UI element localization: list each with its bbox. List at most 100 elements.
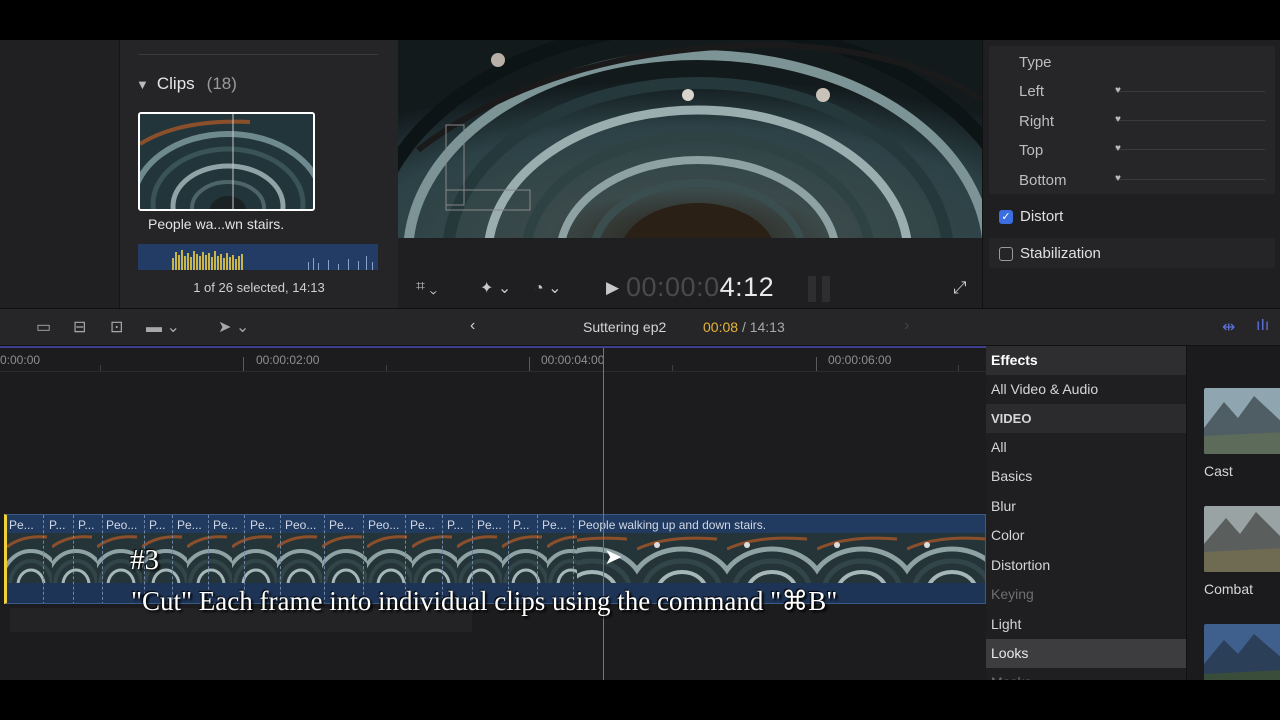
timeline-ruler[interactable]: 0:00:00 00:00:02:00 00:00:04:00 00:00:06…: [0, 348, 986, 372]
clip-label[interactable]: Pe...: [410, 518, 435, 532]
fx-category-all-video-audio[interactable]: All Video & Audio: [986, 375, 1186, 404]
viewer-timecode: 00:00:04:12: [626, 272, 774, 303]
select-tool-arrow-icon[interactable]: ➤ ⌄: [218, 317, 249, 337]
connect-clip-icon[interactable]: ▭: [36, 317, 51, 337]
clip-label[interactable]: Pe...: [213, 518, 238, 532]
fullscreen-icon[interactable]: ⤢: [953, 278, 967, 298]
checkbox-checked-icon[interactable]: ✓: [999, 209, 1013, 224]
audio-waveform: [138, 244, 378, 270]
fx-category-looks[interactable]: Looks: [986, 639, 1186, 668]
effects-browser: Effects All Video & Audio VIDEO All Basi…: [986, 346, 1280, 680]
fx-category-masks[interactable]: Masks: [986, 668, 1186, 680]
top-slider[interactable]: ♥: [1115, 144, 1265, 154]
edit-point[interactable]: [73, 515, 74, 603]
viewer-controls: ⌗ ⌄ ✦ ⌄ ◔ ⌄ ▶ 00:00:04:12 ⤢: [398, 270, 982, 308]
inspector-top-label: Top: [1019, 142, 1044, 159]
play-icon[interactable]: ▶: [606, 278, 619, 298]
checkbox-unchecked-icon[interactable]: [999, 246, 1013, 261]
ruler-tick: [816, 357, 817, 371]
slider-knob-icon[interactable]: ♥: [1115, 115, 1125, 125]
fx-category-distortion[interactable]: Distortion: [986, 551, 1186, 580]
viewer-panel: ⌗ ⌄ ✦ ⌄ ◔ ⌄ ▶ 00:00:04:12 ⤢: [398, 40, 982, 308]
enhance-wand-icon[interactable]: ✦ ⌄: [480, 278, 511, 298]
fx-category-basics[interactable]: Basics: [986, 462, 1186, 491]
slider-knob-icon[interactable]: ♥: [1115, 174, 1125, 184]
effects-header: Effects: [986, 346, 1186, 375]
ruler-label: 00:00:04:00: [541, 353, 605, 367]
ruler-tick: [386, 365, 387, 371]
clip-label[interactable]: Peo...: [368, 518, 399, 532]
current-time: 00:08: [703, 319, 739, 335]
clip-label[interactable]: P...: [513, 518, 529, 532]
disclosure-triangle-icon[interactable]: ▼: [136, 77, 149, 92]
selection-status: 1 of 26 selected, 14:13: [193, 280, 325, 295]
timecode-leading: 00:00:0: [626, 272, 720, 302]
clip-name: People wa...wn stairs.: [148, 216, 285, 232]
libraries-sidebar: [0, 40, 120, 308]
waveform-icon[interactable]: ıIı: [1256, 317, 1269, 335]
retime-speedometer-icon[interactable]: ◔ ⌄: [534, 278, 562, 298]
ruler-tick: [958, 365, 959, 371]
playhead[interactable]: [603, 348, 604, 680]
fx-category-blur[interactable]: Blur: [986, 492, 1186, 521]
crop-icon[interactable]: ⌗ ⌄: [416, 278, 437, 296]
clip-label[interactable]: P...: [78, 518, 94, 532]
fx-category-light[interactable]: Light: [986, 610, 1186, 639]
fx-category-color[interactable]: Color: [986, 521, 1186, 550]
timeline-panel[interactable]: 0:00:00 00:00:02:00 00:00:04:00 00:00:06…: [0, 346, 986, 680]
clip-label[interactable]: Peo...: [106, 518, 137, 532]
distort-label: Distort: [1020, 208, 1064, 225]
clip-label[interactable]: Pe...: [542, 518, 567, 532]
stabilization-toggle[interactable]: Stabilization: [999, 245, 1101, 262]
clip-label-long[interactable]: People walking up and down stairs.: [578, 518, 766, 532]
mouse-cursor-icon: ➤: [604, 544, 623, 569]
clip-label[interactable]: P...: [49, 518, 65, 532]
clip-label[interactable]: Pe...: [329, 518, 354, 532]
clips-section-title: Clips: [156, 74, 195, 93]
distort-toggle[interactable]: ✓ Distort: [999, 208, 1063, 225]
clip-label[interactable]: Pe...: [177, 518, 202, 532]
fx-category-all[interactable]: All: [986, 433, 1186, 462]
overwrite-clip-icon[interactable]: ▬ ⌄: [146, 317, 180, 337]
clip-label[interactable]: Pe...: [477, 518, 502, 532]
left-slider[interactable]: ♥: [1115, 86, 1265, 96]
mountain-landscape-image: [1204, 624, 1280, 680]
timecode-current: 4:12: [719, 272, 775, 302]
forward-chevron-icon[interactable]: ›: [904, 317, 909, 335]
audio-skimming-icon[interactable]: ⇹: [1222, 317, 1235, 337]
waveform-graphic: [172, 250, 373, 270]
ruler-tick: [100, 365, 101, 371]
bottom-slider[interactable]: ♥: [1115, 174, 1265, 184]
ruler-label: 0:00:00: [0, 353, 41, 367]
effect-thumbnail-next[interactable]: [1204, 624, 1280, 680]
staircase-thumbnail-image: [140, 114, 313, 209]
effect-thumbnail-combat[interactable]: [1204, 506, 1280, 572]
effects-category-list: Effects All Video & Audio VIDEO All Basi…: [986, 346, 1186, 680]
ruler-label: 00:00:06:00: [828, 353, 892, 367]
clip-label[interactable]: Peo...: [285, 518, 316, 532]
inspector-right-label: Right: [1019, 113, 1055, 130]
fx-category-keying[interactable]: Keying: [986, 580, 1186, 609]
clip-label[interactable]: Pe...: [250, 518, 275, 532]
clip-label[interactable]: Pe...: [9, 518, 34, 532]
clip-label[interactable]: P...: [149, 518, 165, 532]
clips-section-header[interactable]: ▼ Clips (18): [136, 74, 237, 94]
inspector-bottom-label: Bottom: [1019, 172, 1067, 189]
edit-point[interactable]: [102, 515, 103, 603]
ruler-tick: [529, 357, 530, 371]
audio-meters: [808, 276, 830, 302]
slider-knob-icon[interactable]: ♥: [1115, 144, 1125, 154]
back-chevron-icon[interactable]: ‹: [470, 317, 475, 335]
right-slider[interactable]: ♥: [1115, 115, 1265, 125]
edit-point[interactable]: [43, 515, 44, 603]
clip-thumbnail[interactable]: [138, 112, 315, 211]
divider: [138, 54, 378, 55]
append-clip-icon[interactable]: ⊡: [110, 317, 123, 337]
inspector-left-label: Left: [1019, 83, 1045, 100]
project-timecode: 00:08 / 14:13: [703, 319, 785, 335]
slider-knob-icon[interactable]: ♥: [1115, 86, 1125, 96]
clips-count: (18): [206, 74, 237, 93]
insert-clip-icon[interactable]: ⊟: [73, 317, 86, 337]
effect-thumbnail-cast[interactable]: [1204, 388, 1280, 454]
clip-label[interactable]: P...: [447, 518, 463, 532]
